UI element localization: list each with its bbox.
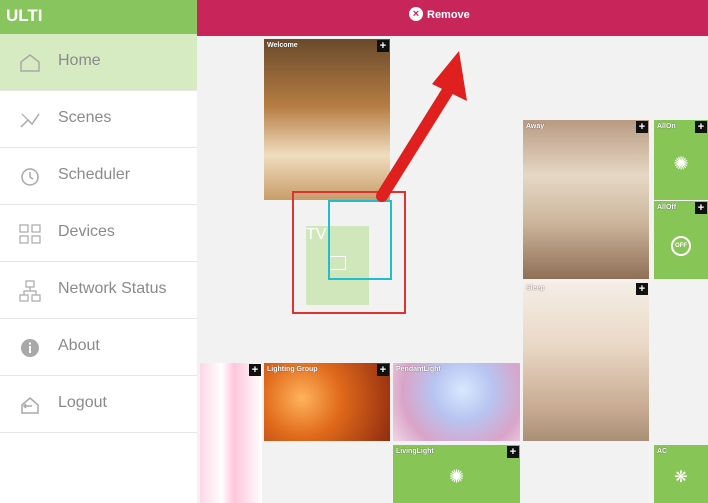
sidebar-menu: Home Scenes Scheduler Devices Network St… [0,34,197,433]
add-icon[interactable]: + [695,202,707,214]
remove-button[interactable]: × Remove [409,7,470,21]
sidebar: ULTI Home Scenes Scheduler Devices Netwo… [0,0,198,503]
bulb-icon: ✺ [448,466,465,487]
sidebar-item-label: Devices [58,223,115,240]
tile-title: PendantLight [396,366,441,373]
sidebar-item-devices[interactable]: Devices [0,205,197,262]
devices-icon [19,224,41,244]
remove-label: Remove [427,9,470,21]
info-icon [21,339,39,357]
sidebar-item-label: Scenes [58,109,112,126]
tile-alloff[interactable]: AllOff + OFF [654,201,708,279]
sidebar-item-about[interactable]: About [0,319,197,376]
arrow-icon [376,51,467,202]
tile-title: Away [526,123,545,130]
remove-bar[interactable]: × Remove [197,0,708,36]
app-title: ULTI [6,6,43,25]
sidebar-item-label: Logout [58,394,107,411]
tile-title: LivingLight [396,448,434,455]
power-icon: OFF [671,236,691,257]
app-title-bar: ULTI [0,0,197,34]
logout-icon [21,397,39,414]
sidebar-item-label: Scheduler [58,166,131,183]
tile-away[interactable]: Away + [523,120,649,279]
network-icon [19,280,41,302]
tile-sleep[interactable]: Sleep + [523,282,649,441]
tile-title: Welcome [267,42,298,49]
tile-ac[interactable]: AC ❋ [654,445,708,503]
home-icon [20,54,40,72]
sidebar-item-home[interactable]: Home [0,34,197,91]
sidebar-item-label: Home [58,52,101,69]
tile-title: Sleep [526,285,545,292]
add-icon[interactable]: + [249,364,261,376]
tile-pendant-light[interactable]: PendantLight [393,363,520,441]
sidebar-item-logout[interactable]: Logout [0,376,197,433]
sidebar-item-scenes[interactable]: Scenes [0,91,197,148]
add-icon[interactable]: + [636,283,648,295]
sidebar-item-label: Network Status [58,280,167,297]
bulb-icon: ✺ [673,153,689,174]
remove-icon: × [409,7,423,21]
sidebar-item-network-status[interactable]: Network Status [0,262,197,319]
add-icon[interactable]: + [377,364,389,376]
tile-curtains[interactable]: + [200,363,262,503]
add-icon[interactable]: + [636,121,648,133]
tile-title: AllOn [657,123,676,130]
sidebar-item-scheduler[interactable]: Scheduler [0,148,197,205]
scenes-icon [20,113,40,128]
tile-canvas: Welcome + TV Away + AllOn + ✺ AllOff + O… [197,36,708,503]
tile-title: AC [657,448,668,455]
add-icon[interactable]: + [507,446,519,458]
fan-icon: ❋ [674,468,688,486]
tile-title: AllOff [657,204,677,211]
clock-icon [21,168,39,186]
tile-living-light[interactable]: LivingLight + ✺ [393,445,520,503]
sidebar-item-label: About [58,337,100,354]
tile-allon[interactable]: AllOn + ✺ [654,120,708,200]
tile-title: Lighting Group [267,366,318,373]
add-icon[interactable]: + [695,121,707,133]
tile-lighting-group[interactable]: Lighting Group + [264,363,390,441]
